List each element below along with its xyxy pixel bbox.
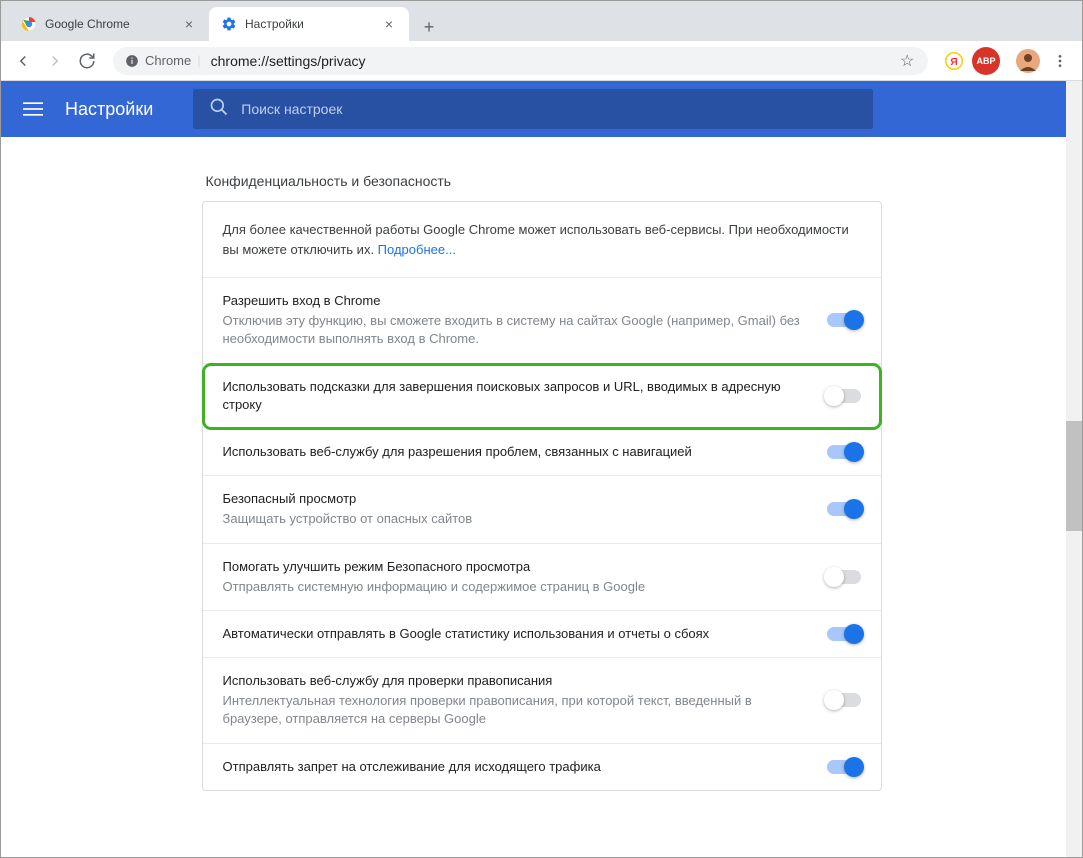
toggle-switch[interactable] xyxy=(827,445,861,459)
setting-text: Автоматически отправлять в Google статис… xyxy=(223,625,811,643)
extension-separator xyxy=(1004,47,1010,75)
toggle-knob xyxy=(824,386,844,406)
extension-adblock-icon[interactable]: ABP xyxy=(972,47,1000,75)
setting-text: Безопасный просмотр Защищать устройство о… xyxy=(223,490,811,528)
tab-google-chrome[interactable]: Google Chrome × xyxy=(9,7,209,41)
setting-label: Использовать веб-службу для проверки пра… xyxy=(223,672,811,690)
settings-page: Настройки Конфиденциальность и безопасно… xyxy=(1,81,1082,857)
settings-header: Настройки xyxy=(1,81,1082,137)
setting-text: Использовать подсказки для завершения по… xyxy=(223,378,811,414)
browser-window: Google Chrome × Настройки × + Chrome | ☆… xyxy=(0,0,1083,858)
toggle-switch[interactable] xyxy=(827,313,861,327)
search-icon xyxy=(209,97,229,122)
intro-body: Для более качественной работы Google Chr… xyxy=(223,222,849,257)
privacy-card: Для более качественной работы Google Chr… xyxy=(202,201,882,791)
close-icon[interactable]: × xyxy=(381,16,397,32)
setting-sublabel: Интеллектуальная технология проверки пра… xyxy=(223,692,811,728)
close-icon[interactable]: × xyxy=(181,16,197,32)
secure-label: Chrome xyxy=(145,53,191,68)
toggle-switch[interactable] xyxy=(827,389,861,403)
scrollbar-thumb[interactable] xyxy=(1066,421,1082,531)
setting-sublabel: Отправлять системную информацию и содерж… xyxy=(223,578,811,596)
site-info-icon[interactable]: Chrome | xyxy=(125,53,201,68)
search-settings-input[interactable] xyxy=(241,101,857,117)
setting-row: Разрешить вход в Chrome Отключив эту функ… xyxy=(203,278,881,364)
extension-yandex-icon[interactable]: Я xyxy=(940,47,968,75)
setting-text: Использовать веб-службу для проверки пра… xyxy=(223,672,811,729)
setting-row: Помогать улучшить режим Безопасного прос… xyxy=(203,544,881,611)
setting-row: Безопасный просмотр Защищать устройство о… xyxy=(203,476,881,543)
setting-label: Использовать подсказки для завершения по… xyxy=(223,378,811,414)
setting-text: Помогать улучшить режим Безопасного прос… xyxy=(223,558,811,596)
setting-label: Помогать улучшить режим Безопасного прос… xyxy=(223,558,811,576)
gear-icon xyxy=(221,16,237,32)
back-button[interactable] xyxy=(9,47,37,75)
url-input[interactable] xyxy=(211,53,890,69)
setting-sublabel: Отключив эту функцию, вы сможете входить… xyxy=(223,312,811,348)
setting-text: Разрешить вход в Chrome Отключив эту функ… xyxy=(223,292,811,349)
setting-row: Использовать веб-службу для разрешения п… xyxy=(203,429,881,476)
tab-strip: Google Chrome × Настройки × + xyxy=(1,1,1082,41)
section-title: Конфиденциальность и безопасность xyxy=(202,157,882,201)
chrome-menu-button[interactable] xyxy=(1046,47,1074,75)
toggle-switch[interactable] xyxy=(827,570,861,584)
forward-button[interactable] xyxy=(41,47,69,75)
setting-label: Использовать веб-службу для разрешения п… xyxy=(223,443,811,461)
new-tab-button[interactable]: + xyxy=(415,13,443,41)
setting-label: Безопасный просмотр xyxy=(223,490,811,508)
setting-row: Использовать веб-службу для проверки пра… xyxy=(203,658,881,744)
content-area: Настройки Конфиденциальность и безопасно… xyxy=(1,81,1082,857)
toggle-knob xyxy=(824,690,844,710)
setting-sublabel: Защищать устройство от опасных сайтов xyxy=(223,510,811,528)
setting-text: Использовать веб-службу для разрешения п… xyxy=(223,443,811,461)
learn-more-link[interactable]: Подробнее... xyxy=(378,242,456,257)
bookmark-star-icon[interactable]: ☆ xyxy=(900,51,916,71)
menu-icon[interactable] xyxy=(21,97,45,121)
search-settings-box[interactable] xyxy=(193,89,873,129)
setting-label: Разрешить вход в Chrome xyxy=(223,292,811,310)
intro-text: Для более качественной работы Google Chr… xyxy=(203,202,881,278)
profile-avatar[interactable] xyxy=(1014,47,1042,75)
setting-row: Отправлять запрет на отслеживание для ис… xyxy=(203,744,881,790)
chrome-icon xyxy=(21,16,37,32)
toggle-switch[interactable] xyxy=(827,693,861,707)
setting-label: Отправлять запрет на отслеживание для ис… xyxy=(223,758,811,776)
vertical-scrollbar[interactable] xyxy=(1066,81,1082,857)
toggle-switch[interactable] xyxy=(827,502,861,516)
reload-button[interactable] xyxy=(73,47,101,75)
svg-text:Я: Я xyxy=(950,55,958,67)
toggle-switch[interactable] xyxy=(827,627,861,641)
toggle-knob xyxy=(844,624,864,644)
tab-title: Настройки xyxy=(245,17,373,31)
toggle-knob xyxy=(824,567,844,587)
settings-body: Конфиденциальность и безопасность Для бо… xyxy=(1,137,1082,831)
address-bar[interactable]: Chrome | ☆ xyxy=(113,47,928,75)
setting-row: Автоматически отправлять в Google статис… xyxy=(203,611,881,658)
setting-text: Отправлять запрет на отслеживание для ис… xyxy=(223,758,811,776)
setting-row: Использовать подсказки для завершения по… xyxy=(203,364,881,429)
toggle-knob xyxy=(844,442,864,462)
setting-label: Автоматически отправлять в Google статис… xyxy=(223,625,811,643)
toggle-knob xyxy=(844,757,864,777)
toolbar: Chrome | ☆ Я ABP xyxy=(1,41,1082,81)
toggle-switch[interactable] xyxy=(827,760,861,774)
toggle-knob xyxy=(844,310,864,330)
toggle-knob xyxy=(844,499,864,519)
tab-settings[interactable]: Настройки × xyxy=(209,7,409,41)
tab-title: Google Chrome xyxy=(45,17,173,31)
page-title: Настройки xyxy=(65,99,153,120)
